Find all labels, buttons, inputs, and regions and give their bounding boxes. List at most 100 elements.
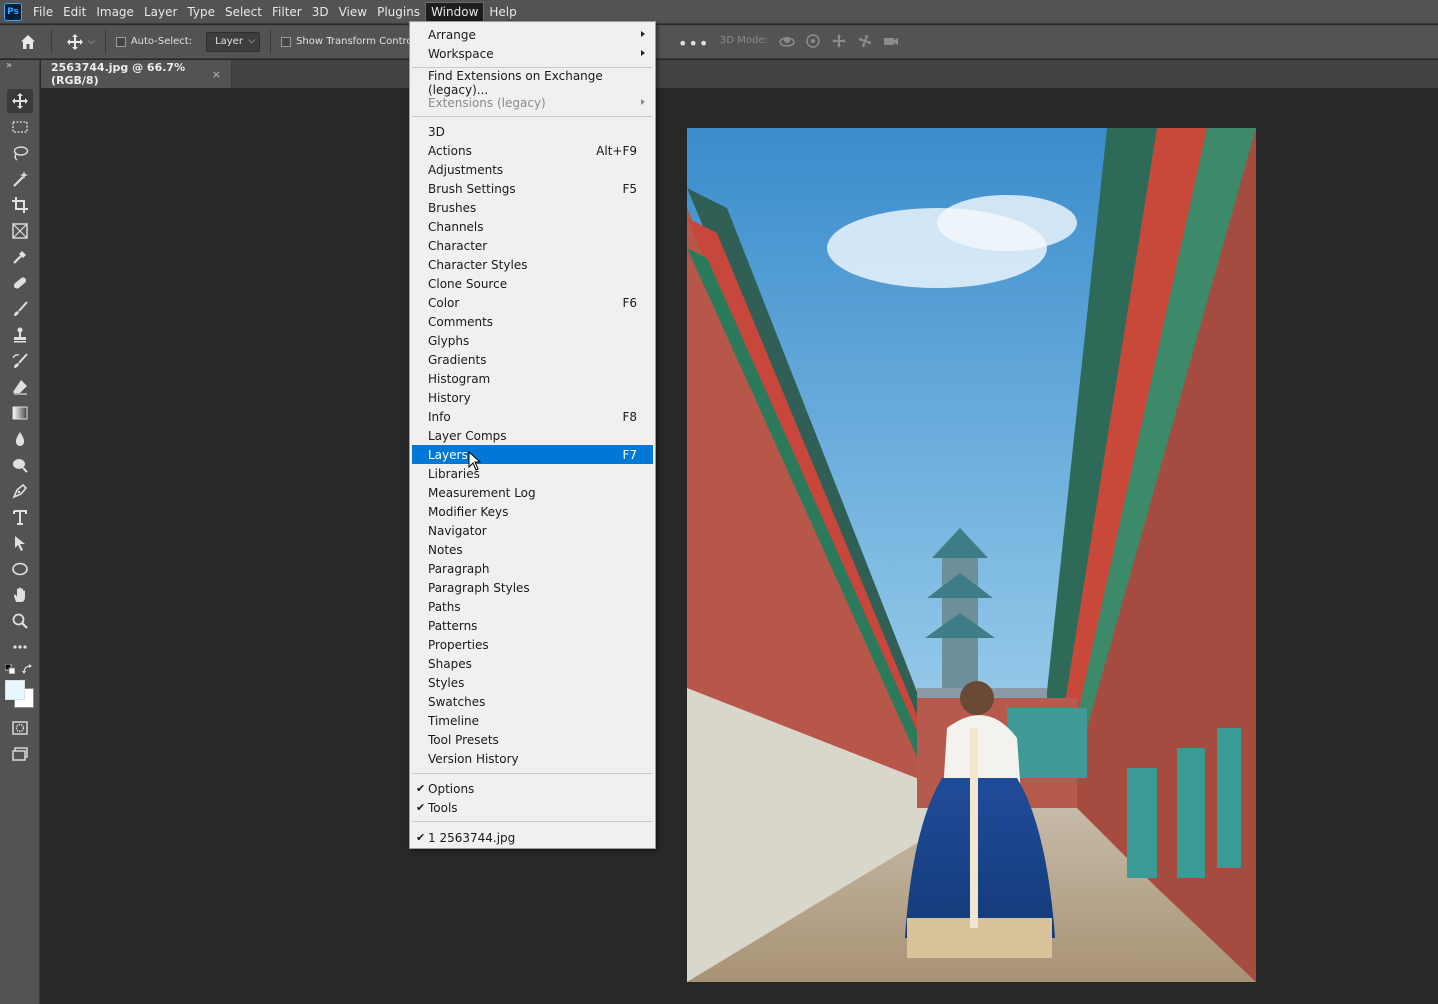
show-transform-checkbox[interactable]: [281, 36, 292, 47]
menu-3d[interactable]: 3D: [307, 2, 334, 22]
menu-item-paragraph[interactable]: Paragraph: [412, 559, 653, 578]
hand-icon[interactable]: [7, 583, 33, 607]
menu-item-histogram[interactable]: Histogram: [412, 369, 653, 388]
menu-item-options[interactable]: ✔ Options: [412, 779, 653, 798]
menu-item-arrange[interactable]: Arrange: [412, 25, 653, 44]
menu-item-version-history[interactable]: Version History: [412, 749, 653, 768]
swap-colors-icon[interactable]: [22, 664, 33, 675]
menu-item-libraries[interactable]: Libraries: [412, 464, 653, 483]
menu-window[interactable]: Window: [425, 1, 485, 22]
auto-select-target-dropdown[interactable]: Layer ⌵: [206, 31, 261, 52]
menu-item-styles[interactable]: Styles: [412, 673, 653, 692]
more-options-icon[interactable]: •••: [678, 34, 709, 53]
lasso-icon[interactable]: [7, 141, 33, 165]
menu-item-character[interactable]: Character: [412, 236, 653, 255]
magic-wand-icon[interactable]: [7, 167, 33, 191]
menu-type[interactable]: Type: [182, 2, 220, 22]
menu-item-swatches[interactable]: Swatches: [412, 692, 653, 711]
menu-item-find-extensions[interactable]: Find Extensions on Exchange (legacy)...: [412, 69, 653, 97]
menu-item-info[interactable]: Info F8: [412, 407, 653, 426]
pen-icon[interactable]: [7, 479, 33, 503]
type-icon[interactable]: [7, 505, 33, 529]
menu-item-comments[interactable]: Comments: [412, 312, 653, 331]
menu-item-label: Tools: [428, 800, 458, 815]
dodge-icon[interactable]: [7, 453, 33, 477]
menu-item-tool-presets[interactable]: Tool Presets: [412, 730, 653, 749]
blur-icon[interactable]: [7, 427, 33, 451]
menu-layer[interactable]: Layer: [139, 2, 182, 22]
home-icon[interactable]: [15, 29, 41, 55]
menu-item-clone-source[interactable]: Clone Source: [412, 274, 653, 293]
crop-icon[interactable]: [7, 193, 33, 217]
menu-edit[interactable]: Edit: [58, 2, 91, 22]
menu-item-history[interactable]: History: [412, 388, 653, 407]
menu-item-patterns[interactable]: Patterns: [412, 616, 653, 635]
menu-item-paths[interactable]: Paths: [412, 597, 653, 616]
menu-image[interactable]: Image: [91, 2, 139, 22]
edit-toolbar-icon[interactable]: [7, 635, 33, 659]
options-bar: ⌵ Auto-Select: Layer ⌵ Show Transform Co…: [0, 25, 1438, 59]
foreground-color-swatch[interactable]: [5, 680, 25, 700]
menu-item-brushes[interactable]: Brushes: [412, 198, 653, 217]
menu-item-timeline[interactable]: Timeline: [412, 711, 653, 730]
menu-item-document[interactable]: ✔ 1 2563744.jpg: [412, 828, 653, 847]
zoom-icon[interactable]: [7, 609, 33, 633]
screen-mode-icon[interactable]: [7, 742, 33, 766]
document-photo[interactable]: [687, 128, 1256, 982]
roll-3d-icon[interactable]: [804, 32, 822, 50]
clone-stamp-icon[interactable]: [7, 323, 33, 347]
frame-icon[interactable]: [7, 219, 33, 243]
auto-select-checkbox[interactable]: [115, 36, 126, 47]
menu-view[interactable]: View: [334, 2, 372, 22]
rectangular-marquee-icon[interactable]: [7, 115, 33, 139]
menu-item-tools[interactable]: ✔ Tools: [412, 798, 653, 817]
brush-icon[interactable]: [7, 297, 33, 321]
menu-item-glyphs[interactable]: Glyphs: [412, 331, 653, 350]
move-tool-icon[interactable]: [7, 89, 33, 113]
history-brush-icon[interactable]: [7, 349, 33, 373]
gradient-icon[interactable]: [7, 401, 33, 425]
menu-filter[interactable]: Filter: [267, 2, 307, 22]
menu-item-3d[interactable]: 3D: [412, 122, 653, 141]
menu-file[interactable]: File: [28, 2, 58, 22]
menu-help[interactable]: Help: [484, 2, 521, 22]
document-tab[interactable]: 2563744.jpg @ 66.7% (RGB/8) ×: [41, 60, 232, 88]
canvas-area[interactable]: [41, 88, 1438, 1004]
eyedropper-icon[interactable]: [7, 245, 33, 269]
menu-item-actions[interactable]: Actions Alt+F9: [412, 141, 653, 160]
menu-item-measurement-log[interactable]: Measurement Log: [412, 483, 653, 502]
menu-item-modifier-keys[interactable]: Modifier Keys: [412, 502, 653, 521]
menu-item-layer-comps[interactable]: Layer Comps: [412, 426, 653, 445]
menu-item-navigator[interactable]: Navigator: [412, 521, 653, 540]
menu-item-notes[interactable]: Notes: [412, 540, 653, 559]
menu-item-adjustments[interactable]: Adjustments: [412, 160, 653, 179]
menu-item-workspace[interactable]: Workspace: [412, 44, 653, 63]
collapse-panel-icon[interactable]: »: [6, 60, 12, 71]
menu-item-paragraph-styles[interactable]: Paragraph Styles: [412, 578, 653, 597]
menu-plugins[interactable]: Plugins: [372, 2, 425, 22]
quick-mask-icon[interactable]: [7, 716, 33, 740]
menu-item-channels[interactable]: Channels: [412, 217, 653, 236]
default-colors-icon[interactable]: [5, 664, 15, 674]
ellipse-icon[interactable]: [7, 557, 33, 581]
pan-3d-icon[interactable]: [830, 32, 848, 50]
camera-3d-icon[interactable]: [882, 32, 900, 50]
menu-item-gradients[interactable]: Gradients: [412, 350, 653, 369]
close-icon[interactable]: ×: [212, 68, 221, 81]
menu-item-shapes[interactable]: Shapes: [412, 654, 653, 673]
menu-item-character-styles[interactable]: Character Styles: [412, 255, 653, 274]
menu-item-color[interactable]: Color F6: [412, 293, 653, 312]
menu-item-label: Comments: [428, 314, 494, 329]
orbit-3d-icon[interactable]: [778, 32, 796, 50]
menu-item-layers[interactable]: Layers F7: [412, 445, 653, 464]
menu-item-label: Adjustments: [428, 162, 504, 177]
path-selection-icon[interactable]: [7, 531, 33, 555]
slide-3d-icon[interactable]: [856, 32, 874, 50]
chevron-down-icon[interactable]: ⌵: [88, 37, 95, 47]
eraser-icon[interactable]: [7, 375, 33, 399]
move-tool-preset-icon[interactable]: [64, 31, 86, 53]
menu-item-properties[interactable]: Properties: [412, 635, 653, 654]
menu-select[interactable]: Select: [220, 2, 267, 22]
menu-item-brush-settings[interactable]: Brush Settings F5: [412, 179, 653, 198]
healing-brush-icon[interactable]: [7, 271, 33, 295]
